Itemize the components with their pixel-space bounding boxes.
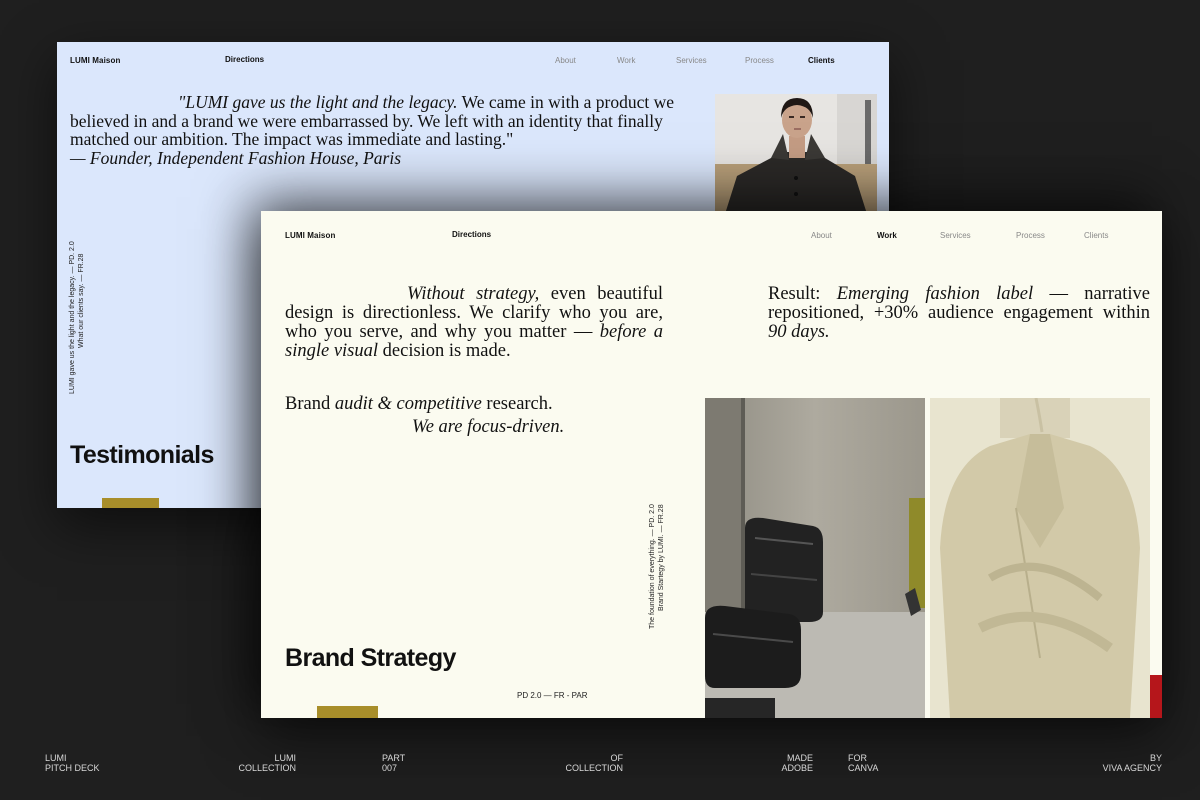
footer-of-collection: OF COLLECTION <box>565 753 623 773</box>
brand-logo[interactable]: LUMI Maison <box>70 56 120 65</box>
nav-directions[interactable]: Directions <box>452 230 491 239</box>
accent-block <box>102 498 159 508</box>
nav-clients[interactable]: Clients <box>808 56 835 65</box>
slide-title: Testimonials <box>70 441 214 469</box>
result-paragraph: Result: Emerging fashion label — narrati… <box>768 284 1151 342</box>
footer-made-adobe: MADE ADOBE <box>781 753 813 773</box>
accent-block <box>317 706 378 718</box>
footer-part: PART 007 <box>382 753 406 773</box>
testimonial-quote: "LUMI gave us the light and the legacy. … <box>70 93 680 167</box>
nav-about[interactable]: About <box>555 56 576 65</box>
brand-strategy-slide: LUMI Maison Directions About Work Servic… <box>261 211 1162 718</box>
nav-process[interactable]: Process <box>745 56 774 65</box>
slide-code: PD 2.0 — FR - PAR <box>517 691 588 700</box>
nav-process[interactable]: Process <box>1016 231 1045 240</box>
footer-agency: BY VIVA AGENCY <box>1102 753 1162 773</box>
brand-logo[interactable]: LUMI Maison <box>285 231 335 240</box>
side-caption: The foundation of everything. — PD. 2.0 … <box>649 504 665 629</box>
intro-paragraph: Without strategy, even beautiful design … <box>285 284 664 361</box>
focus-line: We are focus-driven. <box>412 417 565 437</box>
nav-services[interactable]: Services <box>940 231 971 240</box>
quote-lead: "LUMI gave us the light and the legacy. <box>178 92 458 112</box>
red-accent-bar <box>1150 675 1162 718</box>
nav-directions[interactable]: Directions <box>225 55 264 64</box>
footer-for-canva: FOR CANVA <box>848 753 879 773</box>
side-caption: LUMI gave us the light and the legacy. —… <box>69 241 85 394</box>
leather-chair-photo <box>705 398 925 718</box>
footer-collection: LUMI COLLECTION <box>238 753 296 773</box>
nav-work[interactable]: Work <box>617 56 636 65</box>
nav-services[interactable]: Services <box>676 56 707 65</box>
nav-work[interactable]: Work <box>877 231 897 240</box>
nav-clients[interactable]: Clients <box>1084 231 1108 240</box>
audit-line: Brand audit & competitive research. <box>285 394 553 414</box>
portrait-photo <box>715 94 877 214</box>
slide-title: Brand Strategy <box>285 644 456 672</box>
coat-model-photo <box>930 398 1150 718</box>
nav-about[interactable]: About <box>811 231 832 240</box>
footer-pitch-deck: LUMI PITCH DECK <box>45 753 100 773</box>
quote-attribution: — Founder, Independent Fashion House, Pa… <box>70 147 402 168</box>
